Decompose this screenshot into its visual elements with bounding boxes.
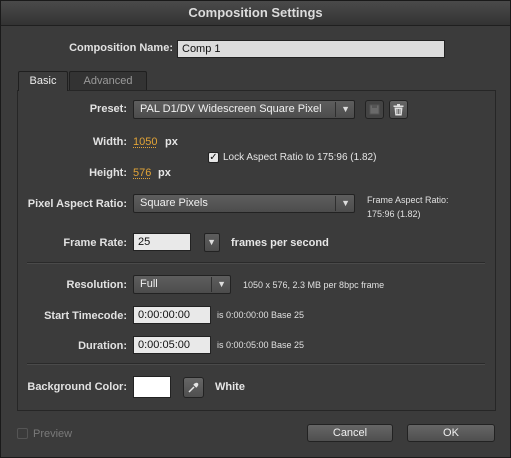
resolution-value: Full [140, 278, 158, 290]
frame-rate-label: Frame Rate: [63, 237, 127, 249]
save-preset-icon [369, 104, 380, 115]
duration-input[interactable]: 0:00:05:00 [133, 336, 211, 354]
chevron-down-icon: ▼ [341, 104, 350, 114]
composition-settings-dialog: Composition Settings Composition Name: C… [0, 0, 511, 458]
delete-preset-button[interactable] [389, 100, 408, 119]
preview-label: Preview [33, 428, 73, 440]
chevron-down-icon: ▼ [341, 198, 350, 208]
preset-label: Preset: [89, 103, 127, 115]
pixel-aspect-label: Pixel Aspect Ratio: [27, 198, 127, 210]
frame-rate-dropdown[interactable]: ▼ [204, 233, 220, 252]
pixel-aspect-dropdown[interactable]: Square Pixels ▼ [133, 194, 355, 213]
frame-aspect-value: 175:96 (1.82) [367, 209, 421, 219]
height-value[interactable]: 576 [133, 167, 151, 179]
preview-checkbox[interactable] [17, 428, 28, 439]
preset-dropdown[interactable]: PAL D1/DV Widescreen Square Pixel ▼ [133, 100, 355, 119]
ok-button[interactable]: OK [407, 424, 495, 442]
save-preset-button[interactable] [365, 100, 384, 119]
trash-icon [393, 104, 404, 116]
chevron-down-icon: ▼ [207, 237, 216, 247]
duration-info: is 0:00:05:00 Base 25 [217, 340, 305, 350]
duration-label: Duration: [78, 340, 127, 352]
frame-aspect-label: Frame Aspect Ratio: [367, 195, 449, 205]
background-color-name: White [215, 381, 245, 393]
preset-value: PAL D1/DV Widescreen Square Pixel [140, 103, 322, 115]
eyedropper-icon [188, 382, 199, 393]
background-color-label: Background Color: [27, 381, 127, 393]
pixel-aspect-value: Square Pixels [140, 197, 208, 209]
composition-name-label: Composition Name: [69, 42, 173, 54]
width-value[interactable]: 1050 [133, 136, 157, 148]
tab-basic[interactable]: Basic [18, 71, 68, 91]
tab-advanced[interactable]: Advanced [69, 71, 147, 91]
lock-aspect-checkbox[interactable]: ✓ [208, 152, 219, 163]
cancel-button[interactable]: Cancel [307, 424, 393, 442]
start-timecode-input[interactable]: 0:00:00:00 [133, 306, 211, 324]
resolution-label: Resolution: [66, 279, 128, 291]
start-timecode-label: Start Timecode: [44, 310, 127, 322]
divider [27, 363, 485, 365]
start-timecode-info: is 0:00:00:00 Base 25 [217, 310, 305, 320]
height-unit: px [158, 167, 171, 179]
width-unit: px [165, 136, 178, 148]
frame-rate-input[interactable]: 25 [133, 233, 191, 251]
frame-rate-unit: frames per second [231, 237, 329, 249]
dropdown-separator [211, 277, 212, 292]
height-label: Height: [89, 167, 127, 179]
dialog-title: Composition Settings [1, 1, 510, 26]
divider [27, 262, 485, 264]
dropdown-separator [335, 196, 336, 211]
resolution-dropdown[interactable]: Full ▼ [133, 275, 231, 294]
composition-name-input[interactable]: Comp 1 [177, 40, 445, 58]
resolution-info: 1050 x 576, 2.3 MB per 8bpc frame [243, 280, 385, 290]
eyedropper-button[interactable] [183, 377, 204, 398]
background-color-swatch[interactable] [133, 376, 171, 398]
lock-aspect-label: Lock Aspect Ratio to 175:96 (1.82) [223, 152, 377, 163]
width-label: Width: [92, 136, 127, 148]
dropdown-separator [335, 102, 336, 117]
chevron-down-icon: ▼ [217, 279, 226, 289]
